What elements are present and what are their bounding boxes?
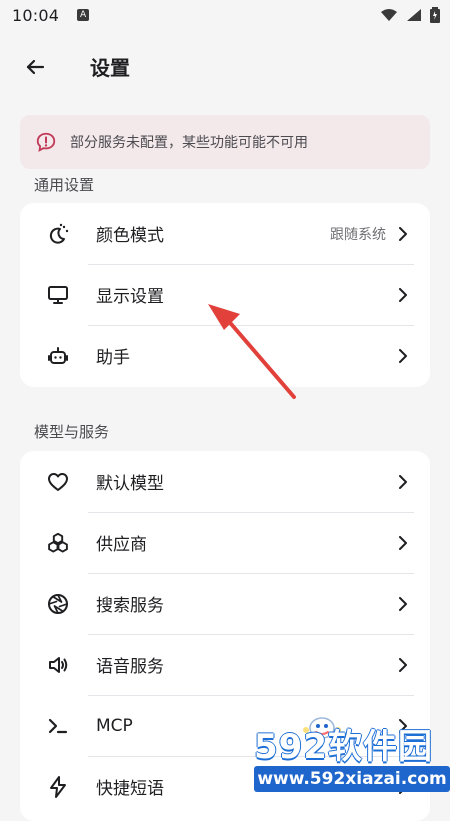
settings-item-voice-service[interactable]: 语音服务	[20, 634, 430, 695]
general-settings-card: 颜色模式 跟随系统 显示设置 助手	[20, 203, 430, 387]
settings-item-label: MCP	[96, 715, 133, 736]
chevron-right-icon	[396, 596, 410, 611]
chevron-right-icon	[396, 718, 410, 733]
theme-mode-icon	[46, 222, 70, 246]
chevron-right-icon	[396, 535, 410, 550]
speaker-icon	[46, 653, 70, 677]
settings-item-value: 跟随系统	[330, 226, 386, 243]
alert-message: 部分服务未配置，某些功能可能不可用	[70, 135, 308, 151]
wifi-icon	[380, 8, 398, 22]
settings-item-label: 搜索服务	[96, 596, 164, 616]
chevron-right-icon	[396, 348, 410, 363]
heart-icon	[46, 470, 70, 494]
configuration-alert: 部分服务未配置，某些功能可能不可用	[20, 115, 430, 169]
settings-item-quick-phrases[interactable]: 快捷短语	[20, 756, 430, 817]
back-button[interactable]	[22, 54, 48, 80]
monitor-icon	[46, 283, 70, 307]
signal-icon	[406, 8, 422, 22]
models-services-card: 默认模型 供应商 搜索服务 语音服务 MCP 快捷短语	[20, 451, 430, 821]
settings-item-color-mode[interactable]: 颜色模式 跟随系统	[20, 203, 430, 264]
chevron-right-icon	[396, 657, 410, 672]
settings-item-mcp[interactable]: MCP	[20, 695, 430, 756]
settings-item-label: 默认模型	[96, 474, 164, 494]
lightning-icon	[46, 775, 70, 799]
terminal-icon	[46, 714, 70, 738]
settings-item-label: 供应商	[96, 535, 147, 555]
robot-icon	[46, 344, 70, 368]
settings-item-label: 快捷短语	[96, 779, 164, 799]
arrow-left-icon	[26, 59, 45, 75]
battery-icon	[430, 7, 440, 23]
settings-item-search-service[interactable]: 搜索服务	[20, 573, 430, 634]
aperture-icon	[46, 592, 70, 616]
settings-item-providers[interactable]: 供应商	[20, 512, 430, 573]
chevron-right-icon	[396, 779, 410, 794]
top-app-bar: 设置	[0, 44, 450, 90]
boxes-icon	[46, 531, 70, 555]
chevron-right-icon	[396, 474, 410, 489]
settings-item-label: 助手	[96, 348, 130, 368]
notification-a-icon: A	[77, 9, 90, 21]
settings-item-label: 颜色模式	[96, 226, 164, 246]
section-title-general: 通用设置	[34, 176, 95, 194]
status-time: 10:04	[12, 5, 60, 25]
settings-item-default-model[interactable]: 默认模型	[20, 451, 430, 512]
section-title-models-services: 模型与服务	[34, 423, 110, 441]
chevron-right-icon	[396, 226, 410, 241]
message-alert-icon	[34, 130, 58, 154]
status-icons	[380, 7, 440, 23]
settings-item-display[interactable]: 显示设置	[20, 264, 430, 325]
settings-item-assistant[interactable]: 助手	[20, 325, 430, 386]
page-title: 设置	[90, 56, 130, 80]
settings-item-label: 语音服务	[96, 657, 164, 677]
status-bar: 10:04 A	[0, 0, 450, 30]
chevron-right-icon	[396, 287, 410, 302]
settings-item-label: 显示设置	[96, 287, 164, 307]
